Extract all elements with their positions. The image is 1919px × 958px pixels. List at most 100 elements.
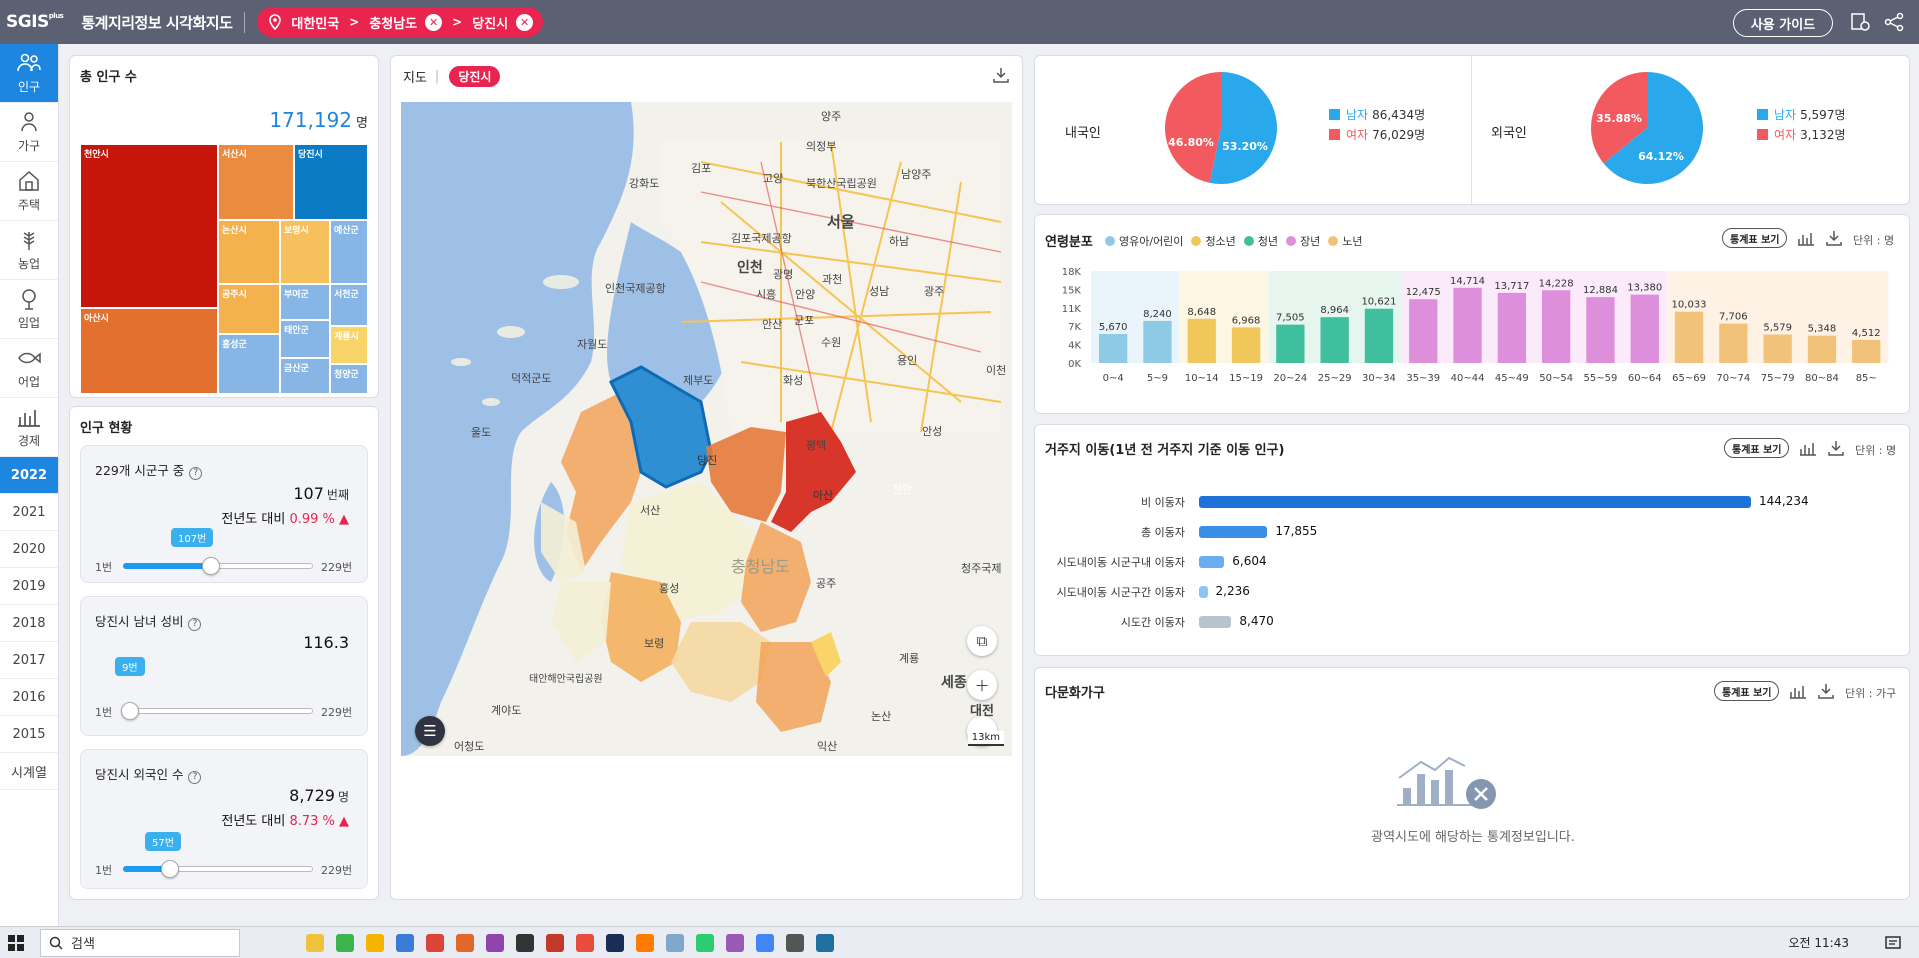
treemap-cell-dangjin[interactable]: 당진시: [294, 144, 368, 220]
age-bar[interactable]: [1187, 318, 1216, 363]
treemap-cell-hongseong[interactable]: 홍성군: [218, 334, 280, 394]
legend-list-icon[interactable]: ☰: [415, 716, 445, 746]
age-bar[interactable]: [1542, 290, 1571, 363]
chart-toggle-icon[interactable]: [1789, 683, 1807, 699]
taskbar-clock[interactable]: 오전 11:43: [1789, 934, 1849, 951]
sex-ratio-slider-track[interactable]: [123, 708, 313, 714]
treemap-cell-boryeong[interactable]: 보령시: [280, 220, 330, 284]
migration-bar[interactable]: [1199, 496, 1751, 508]
age-bar[interactable]: [1586, 297, 1615, 363]
sex-ratio-slider-knob[interactable]: [120, 702, 139, 720]
nav-economy[interactable]: 경제: [0, 398, 58, 457]
age-bar[interactable]: [1807, 335, 1837, 363]
treemap-cell-buyeo[interactable]: 부여군: [280, 284, 330, 320]
age-bar[interactable]: [1143, 320, 1172, 363]
treemap-cell-cheonan[interactable]: 천안시: [80, 144, 218, 308]
taskbar-app-icon[interactable]: [576, 933, 594, 952]
document-settings-icon[interactable]: [1849, 12, 1871, 32]
breadcrumb-city[interactable]: 당진시: [472, 13, 508, 32]
zoom-in-icon[interactable]: ＋: [967, 670, 997, 700]
taskbar-app-icon[interactable]: [786, 933, 804, 952]
app-title[interactable]: 통계지리정보 시각화지도: [81, 11, 246, 33]
taskbar-app-icon[interactable]: [486, 933, 504, 952]
foreigner-slider-knob[interactable]: [160, 860, 179, 878]
download-icon[interactable]: [1827, 440, 1845, 456]
treemap-cell-cheongyang[interactable]: 청양군: [330, 364, 368, 394]
age-bar[interactable]: [1231, 327, 1261, 363]
migration-bar[interactable]: [1199, 616, 1232, 628]
treemap-cell-seosan[interactable]: 서산시: [218, 144, 294, 220]
treemap-cell-geumsan[interactable]: 금산군: [280, 358, 330, 394]
external-link-icon[interactable]: ⧉: [967, 626, 997, 656]
download-icon[interactable]: [1825, 230, 1843, 246]
breadcrumb-country[interactable]: 대한민국: [291, 13, 339, 32]
taskbar-app-icon[interactable]: [666, 933, 684, 952]
year-2018[interactable]: 2018: [0, 605, 58, 642]
taskbar-app-icon[interactable]: [726, 933, 744, 952]
year-2020[interactable]: 2020: [0, 531, 58, 568]
time-series-tab[interactable]: 시계열: [0, 753, 58, 790]
taskbar-app-icon[interactable]: [636, 933, 654, 952]
help-icon[interactable]: ?: [189, 466, 203, 480]
year-2017[interactable]: 2017: [0, 642, 58, 679]
migration-bar[interactable]: [1199, 586, 1208, 598]
nav-housing[interactable]: 주택: [0, 162, 58, 221]
windows-start-icon[interactable]: [8, 935, 24, 951]
age-bar[interactable]: [1674, 311, 1704, 363]
year-2022[interactable]: 2022: [0, 457, 58, 494]
download-icon[interactable]: [992, 66, 1010, 84]
taskbar-app-icon[interactable]: [456, 933, 474, 952]
treemap-cell-gongju[interactable]: 공주시: [218, 284, 280, 334]
taskbar-app-icon[interactable]: [606, 933, 624, 952]
year-2015[interactable]: 2015: [0, 716, 58, 753]
help-icon[interactable]: ?: [188, 617, 202, 631]
stats-table-button[interactable]: 통계표 보기: [1722, 228, 1788, 248]
year-2021[interactable]: 2021: [0, 494, 58, 531]
treemap-cell-asan[interactable]: 아산시: [80, 308, 218, 394]
map-region-pill[interactable]: 당진시: [449, 66, 501, 87]
nav-population[interactable]: 인구: [0, 44, 58, 103]
age-bar[interactable]: [1497, 292, 1526, 363]
age-bar[interactable]: [1763, 334, 1792, 363]
age-bar[interactable]: [1852, 339, 1881, 363]
age-bar[interactable]: [1409, 299, 1438, 363]
chart-toggle-icon[interactable]: [1799, 440, 1817, 456]
taskbar-app-icon[interactable]: [696, 933, 714, 952]
taskbar-app-icon[interactable]: [816, 933, 834, 952]
taskbar-app-icon[interactable]: [366, 933, 384, 952]
stats-table-button[interactable]: 통계표 보기: [1714, 681, 1780, 701]
year-2019[interactable]: 2019: [0, 568, 58, 605]
nav-forestry[interactable]: 임업: [0, 280, 58, 339]
age-bar[interactable]: [1719, 323, 1748, 363]
treemap-cell-nonsan[interactable]: 논산시: [218, 220, 280, 284]
nav-household[interactable]: 가구: [0, 103, 58, 162]
taskbar-app-icon[interactable]: [336, 933, 354, 952]
treemap-cell-seocheon[interactable]: 서천군: [330, 284, 368, 326]
migration-bar[interactable]: [1199, 556, 1225, 568]
age-bar[interactable]: [1630, 294, 1659, 363]
treemap-cell-taean[interactable]: 태안군: [280, 320, 330, 358]
taskbar-app-icon[interactable]: [756, 933, 774, 952]
taskbar-app-icon[interactable]: [516, 933, 534, 952]
taskbar-app-icon[interactable]: [306, 933, 324, 952]
taskbar-search[interactable]: 검색: [40, 928, 240, 957]
taskbar-app-icon[interactable]: [396, 933, 414, 952]
user-guide-button[interactable]: 사용 가이드: [1733, 9, 1833, 37]
age-bar[interactable]: [1276, 324, 1305, 363]
taskbar-app-icon[interactable]: [546, 933, 564, 952]
age-bar[interactable]: [1320, 317, 1349, 363]
notification-icon[interactable]: [1885, 935, 1901, 951]
map-canvas[interactable]: 양주 의정부 남양주 김포 고양 북한산국립공원 서울 하남 강화도 김포국제공…: [401, 102, 1012, 756]
help-icon[interactable]: ?: [188, 770, 202, 784]
share-icon[interactable]: [1883, 12, 1905, 32]
map-tab[interactable]: 지도: [403, 67, 427, 86]
year-2016[interactable]: 2016: [0, 679, 58, 716]
chart-toggle-icon[interactable]: [1797, 230, 1815, 246]
close-icon[interactable]: ✕: [516, 13, 534, 31]
age-bar[interactable]: [1453, 287, 1482, 363]
breadcrumb-province[interactable]: 충청남도: [369, 13, 417, 32]
migration-bar[interactable]: [1199, 526, 1268, 538]
sgis-logo[interactable]: SGISplus: [6, 12, 64, 32]
treemap-cell-gyeryong[interactable]: 계룡시: [330, 326, 368, 364]
rank-slider-knob[interactable]: [202, 557, 221, 575]
